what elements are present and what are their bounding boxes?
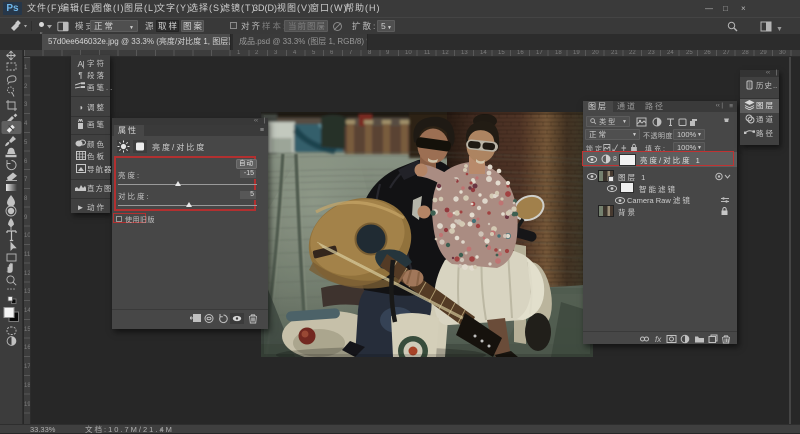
svg-text:fx: fx bbox=[655, 335, 662, 344]
